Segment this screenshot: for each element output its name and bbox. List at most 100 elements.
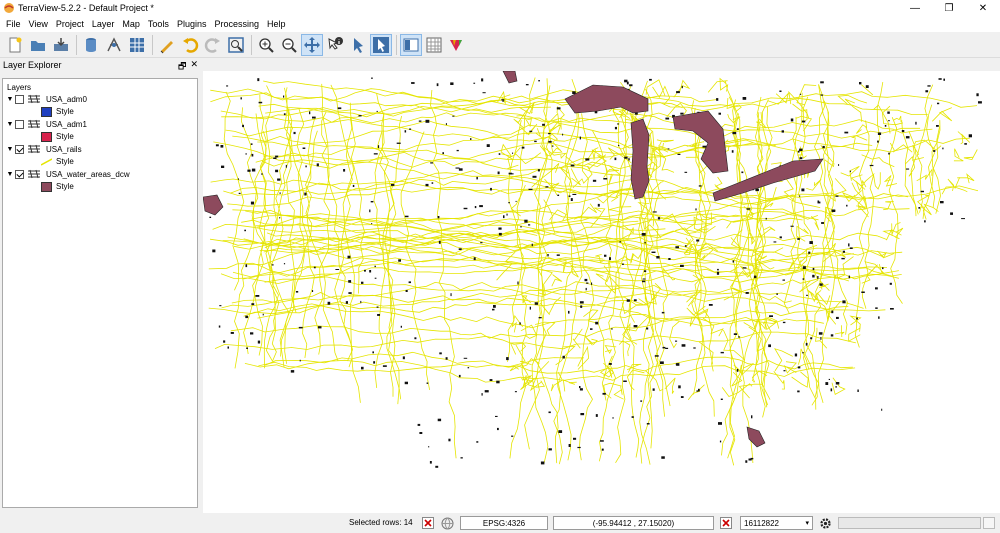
redo-button[interactable] [202, 34, 224, 56]
small-water-body [442, 152, 444, 155]
layer-style-item[interactable]: Style [5, 131, 195, 144]
rail-line [849, 315, 862, 332]
add-layer-button[interactable] [103, 34, 125, 56]
pan-button[interactable] [301, 33, 323, 56]
style-explorer-button[interactable] [446, 34, 468, 56]
rail-line [798, 96, 820, 398]
small-water-body [591, 282, 593, 285]
small-water-body [529, 306, 531, 310]
small-water-body [817, 200, 820, 203]
small-water-body [370, 201, 374, 203]
expand-arrow-icon[interactable]: ▼ [5, 146, 15, 153]
small-water-body [215, 144, 219, 147]
map-settings-button[interactable] [818, 516, 832, 530]
small-water-body [661, 456, 665, 459]
small-water-body [450, 82, 454, 85]
menu-processing[interactable]: Processing [210, 19, 263, 29]
close-dock-icon[interactable]: ✕ [190, 59, 198, 75]
small-water-body [838, 164, 840, 166]
rail-line [613, 386, 624, 400]
edit-tool-button[interactable] [156, 34, 178, 56]
zoom-out-button[interactable] [278, 34, 300, 56]
menu-project[interactable]: Project [52, 19, 88, 29]
layer-explorer-toggle[interactable] [400, 33, 422, 56]
small-water-body [240, 97, 242, 100]
folder-icon [31, 40, 45, 51]
layer-item-usa-adm1[interactable]: ▼ USA_adm1 [5, 118, 195, 131]
save-project-button[interactable] [50, 34, 72, 56]
menu-layer[interactable]: Layer [88, 19, 119, 29]
expand-arrow-icon[interactable]: ▼ [5, 171, 15, 178]
rail-line [551, 274, 563, 287]
unknown-srs-button[interactable] [719, 516, 733, 530]
select-feature-button[interactable] [370, 33, 392, 56]
small-water-body [238, 192, 241, 194]
float-dock-icon[interactable]: 🗗 [178, 59, 186, 75]
raster-layer-button[interactable] [126, 34, 148, 56]
srs-button[interactable] [440, 516, 454, 530]
small-water-body [817, 276, 819, 279]
expand-arrow-icon[interactable]: ▼ [5, 121, 15, 128]
close-button[interactable]: ✕ [966, 0, 1000, 16]
zoom-extent-button[interactable] [225, 34, 247, 56]
layer-visibility-checkbox[interactable] [15, 144, 24, 154]
small-water-body [521, 146, 525, 149]
layer-visibility-checkbox[interactable] [15, 169, 24, 179]
stop-task-button[interactable] [983, 517, 995, 529]
add-datasource-button[interactable] [80, 34, 102, 56]
small-water-body [400, 325, 402, 328]
menu-help[interactable]: Help [263, 19, 290, 29]
small-water-body [250, 201, 254, 205]
rail-line [245, 206, 910, 239]
clear-selection-button[interactable] [421, 516, 435, 530]
scale-select[interactable]: 16112822 ▾ [740, 516, 813, 530]
expand-arrow-icon[interactable]: ▼ [5, 96, 15, 103]
map-canvas[interactable] [203, 71, 1000, 513]
small-water-body [835, 195, 839, 197]
new-project-button[interactable] [4, 34, 26, 56]
layer-style-item[interactable]: Style [5, 156, 195, 169]
small-water-body [681, 85, 683, 89]
small-water-body [846, 204, 848, 207]
small-water-body [809, 241, 813, 244]
small-water-body [520, 226, 522, 228]
small-water-body [754, 275, 757, 279]
small-water-body [586, 282, 589, 284]
zoom-in-button[interactable] [255, 34, 277, 56]
rail-line [645, 79, 666, 96]
small-water-body [950, 212, 953, 215]
layer-style-item[interactable]: Style [5, 181, 195, 194]
maximize-button[interactable]: ❐ [932, 0, 966, 16]
menu-file[interactable]: File [2, 19, 25, 29]
rail-line [374, 130, 395, 388]
small-water-body [797, 238, 800, 240]
small-water-body [869, 164, 874, 167]
menu-map[interactable]: Map [118, 19, 144, 29]
info-button[interactable] [324, 34, 346, 56]
map-display[interactable] [203, 71, 1000, 513]
layer-item-usa-rails[interactable]: ▼ USA_rails [5, 143, 195, 156]
open-project-button[interactable] [27, 34, 49, 56]
data-table-button[interactable] [423, 34, 445, 56]
select-button[interactable] [347, 34, 369, 56]
menu-view[interactable]: View [25, 19, 52, 29]
small-water-body [237, 178, 239, 180]
layer-style-item[interactable]: Style [5, 106, 195, 119]
great-lake-area [502, 71, 518, 84]
undo-button[interactable] [179, 34, 201, 56]
layer-item-usa-adm0[interactable]: ▼ USA_adm0 [5, 93, 195, 106]
zoom-out-icon [282, 37, 297, 53]
minimize-button[interactable]: — [898, 0, 932, 16]
small-water-body [408, 281, 411, 284]
small-water-body [808, 251, 811, 254]
rail-line [687, 384, 705, 401]
small-water-body [495, 415, 498, 417]
rail-line [321, 111, 354, 362]
rail-line [252, 113, 267, 356]
layer-visibility-checkbox[interactable] [15, 119, 24, 129]
layer-visibility-checkbox[interactable] [15, 94, 24, 104]
menu-tools[interactable]: Tools [144, 19, 173, 29]
menu-plugins[interactable]: Plugins [173, 19, 211, 29]
layer-item-usa-water-areas-dcw[interactable]: ▼ USA_water_areas_dcw [5, 168, 195, 181]
small-water-body [802, 266, 806, 269]
